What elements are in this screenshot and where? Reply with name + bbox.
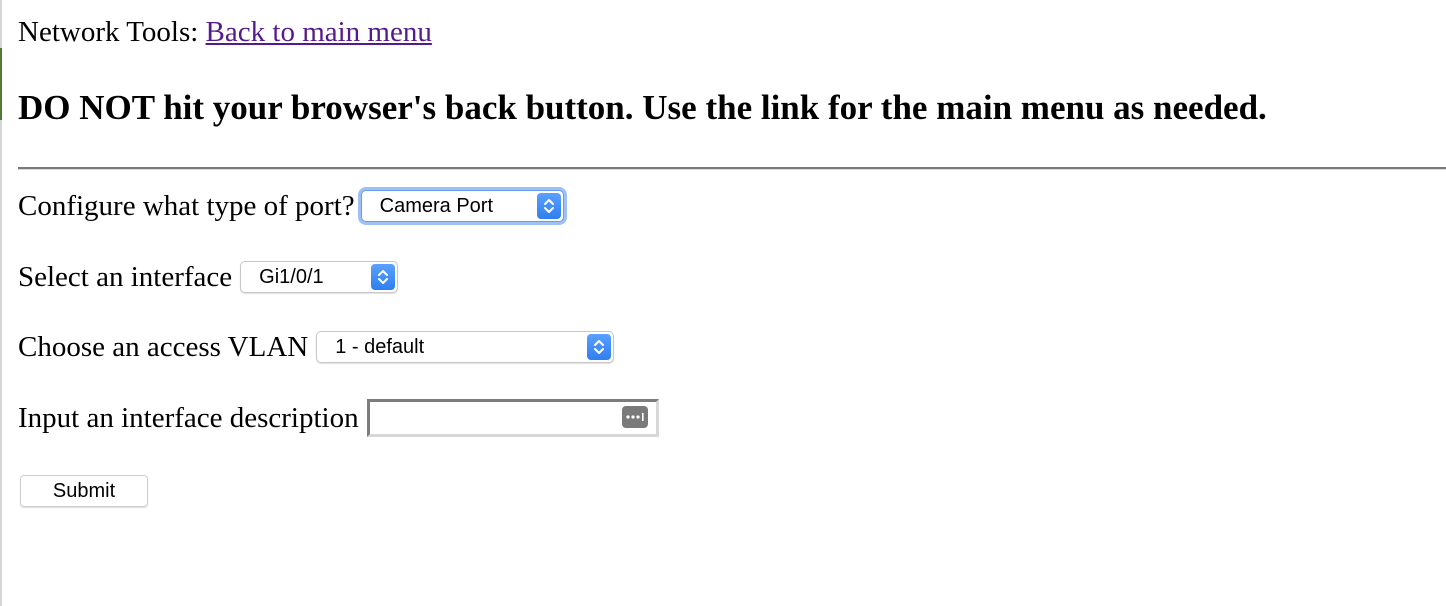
description-input[interactable] bbox=[366, 399, 659, 437]
chevron-up-down-icon bbox=[371, 264, 396, 290]
header-prefix: Network Tools: bbox=[18, 16, 199, 48]
vlan-row: Choose an access VLAN 1 - default bbox=[18, 327, 615, 367]
description-label: Input an interface description bbox=[18, 402, 359, 434]
keychain-autofill-icon[interactable] bbox=[621, 406, 648, 428]
interface-label: Select an interface bbox=[18, 261, 233, 293]
port-type-label: Configure what type of port? bbox=[18, 190, 355, 222]
port-type-row: Configure what type of port? Camera Port bbox=[18, 186, 564, 226]
submit-button[interactable]: Submit bbox=[20, 475, 148, 507]
window-left-edge-mark bbox=[0, 48, 2, 120]
back-to-main-menu-link[interactable]: Back to main menu bbox=[206, 16, 432, 48]
interface-select[interactable]: Gi1/0/1 bbox=[240, 261, 399, 293]
warning-heading: DO NOT hit your browser's back button. U… bbox=[18, 88, 1267, 127]
header: Network Tools: Back to main menu bbox=[18, 14, 432, 50]
description-row: Input an interface description bbox=[18, 398, 659, 438]
interface-row: Select an interface Gi1/0/1 bbox=[18, 257, 399, 297]
interface-selected-value: Gi1/0/1 bbox=[259, 265, 324, 288]
vlan-select[interactable]: 1 - default bbox=[316, 331, 615, 363]
horizontal-rule bbox=[18, 167, 1446, 170]
vlan-label: Choose an access VLAN bbox=[18, 331, 309, 363]
chevron-up-down-icon bbox=[587, 334, 612, 360]
port-type-selected-value: Camera Port bbox=[379, 194, 494, 217]
vlan-selected-value: 1 - default bbox=[335, 335, 425, 358]
port-type-select[interactable]: Camera Port bbox=[360, 190, 564, 222]
chevron-up-down-icon bbox=[536, 193, 561, 219]
